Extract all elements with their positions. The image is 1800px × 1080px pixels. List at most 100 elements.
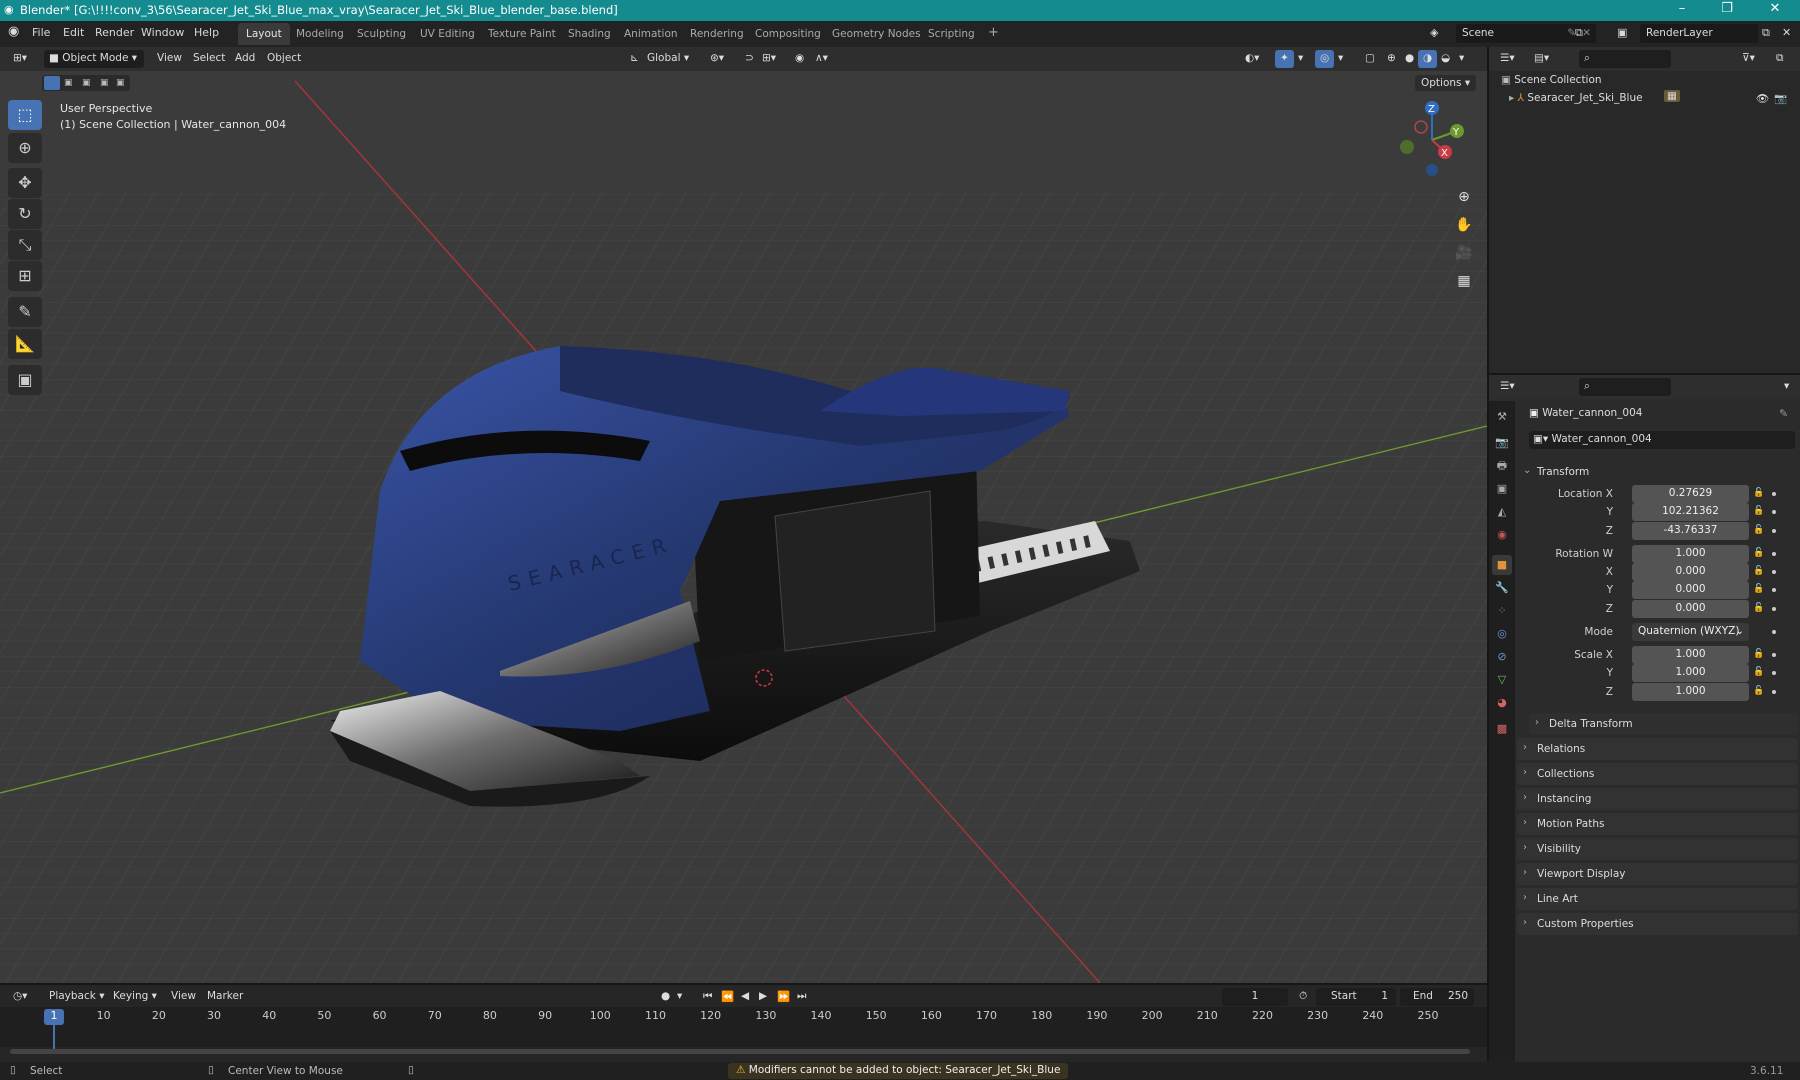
timeline-view-menu[interactable]: View [166,988,201,1006]
tool-tab-icon[interactable]: ⚒ [1492,407,1512,427]
marker-menu[interactable]: Marker [202,988,248,1006]
playback-menu[interactable]: Playback ▾ [44,988,109,1006]
remove-view-layer-icon[interactable]: ✕ [1782,26,1791,39]
select-invert-icon[interactable]: ▣ [100,78,109,88]
data-tab-icon[interactable]: ▽ [1492,670,1512,690]
scale-tool[interactable]: ⤡ [8,230,42,260]
properties-options-icon[interactable]: ▾ [1779,378,1794,396]
close-button[interactable]: ✕ [1760,1,1790,16]
orientation-dropdown[interactable]: Global ▾ [642,50,694,68]
eye-icon[interactable]: 👁 [1756,92,1769,105]
tab-layout[interactable]: Layout [238,23,290,45]
pin-object-icon[interactable]: ✎ [1779,407,1788,420]
select-intersect-icon[interactable]: ▣ [116,78,125,88]
view-layer-tab-icon[interactable]: ▣ [1492,479,1512,499]
outliner-search-input[interactable]: ⌕ [1579,50,1671,68]
keyframe-dot[interactable] [1772,671,1776,675]
object-menu[interactable]: Object [262,50,306,68]
keyframe-dot[interactable] [1772,492,1776,496]
timeline-ruler[interactable]: 1102030405060708090100110120130140150160… [0,1007,1487,1053]
display-mode-icon[interactable]: ▤▾ [1529,50,1554,68]
keyframe-dot[interactable] [1772,690,1776,694]
3d-viewport[interactable]: SEARACER ⬚ ⊕ ✥ ↻ ⤡ ⊞ ✎ 📐 ▣ ▣ ▣ ▣ ▣ User … [0,71,1487,983]
select-box-tool[interactable]: ⬚ [8,100,42,130]
rotation-z-field[interactable]: 0.000 [1632,600,1749,618]
collections-panel[interactable]: › Collections [1517,763,1798,785]
camera-view-icon[interactable]: 🎥 [1451,240,1477,266]
new-collection-icon[interactable]: ⧉ [1771,50,1789,68]
scene-type-icon[interactable]: ◈ [1430,26,1438,39]
viewport-display-panel[interactable]: › Viewport Display [1517,863,1798,885]
use-preview-range-icon[interactable]: ⏱ [1294,988,1312,1006]
shading-dropdown-icon[interactable]: ▾ [1454,50,1469,68]
xray-icon[interactable]: ▢ [1360,50,1380,68]
outliner-row-searacer[interactable]: ▸ ⅄ Searacer_Jet_Ski_Blue ▦ 👁 📷 [1509,90,1799,105]
keyframe-dot[interactable] [1772,653,1776,657]
cursor-tool[interactable]: ⊕ [8,133,42,163]
tab-sculpting[interactable]: Sculpting [349,23,414,45]
solid-shading-icon[interactable]: ● [1400,50,1419,68]
keyframe-dot[interactable] [1772,510,1776,514]
keying-set-icon[interactable]: ▾ [672,988,687,1006]
wireframe-shading-icon[interactable]: ⊕ [1382,50,1401,68]
view-layer-selector[interactable]: RenderLayer [1640,24,1758,43]
lock-icon[interactable]: 🔓 [1753,548,1764,558]
lock-icon[interactable]: 🔓 [1753,667,1764,677]
annotate-tool[interactable]: ✎ [8,297,42,327]
start-frame-field[interactable]: Start 1 [1316,988,1396,1006]
rotation-mode-dropdown[interactable]: Quaternion (WXYZ) ⌄ [1632,623,1749,641]
select-mode-buttons[interactable]: ▣ ▣ ▣ ▣ [42,75,130,91]
add-workspace-icon[interactable]: + [980,23,1007,45]
add-cube-tool[interactable]: ▣ [8,365,42,395]
visibility-panel[interactable]: › Visibility [1517,838,1798,860]
object-datablock-field[interactable]: ▣▾ Water_cannon_004 [1529,431,1795,449]
texture-tab-icon[interactable]: ▩ [1492,719,1512,739]
menu-window[interactable]: Window [141,26,184,39]
rotation-w-field[interactable]: 1.000 [1632,545,1749,563]
tab-scripting[interactable]: Scripting [920,23,983,45]
rendered-shading-icon[interactable]: ◒ [1436,50,1455,68]
gizmo-dropdown-icon[interactable]: ▾ [1293,50,1308,68]
keyframe-dot[interactable] [1772,588,1776,592]
editor-type-icon[interactable]: ⊞▾ [8,50,32,68]
zoom-icon[interactable]: ⊕ [1451,184,1477,210]
play-reverse-icon[interactable]: ◀ [736,988,754,1006]
jump-end-icon[interactable]: ⏭ [792,988,811,1006]
lock-icon[interactable]: 🔓 [1753,506,1764,516]
tab-compositing[interactable]: Compositing [747,23,829,45]
rotate-tool[interactable]: ↻ [8,199,42,229]
orientation-icon[interactable]: ⊾ [625,50,644,68]
jump-start-icon[interactable]: ⏮ [698,988,717,1006]
keying-menu[interactable]: Keying ▾ [108,988,162,1006]
outliner-editor-icon[interactable]: ☰▾ [1495,50,1520,68]
lock-icon[interactable]: 🔓 [1753,488,1764,498]
falloff-icon[interactable]: ∧▾ [810,50,833,68]
render-camera-icon[interactable]: 📷 [1774,92,1787,105]
add-menu[interactable]: Add [230,50,260,68]
transform-tool[interactable]: ⊞ [8,261,42,291]
delta-transform-panel[interactable]: › Delta Transform [1529,713,1798,735]
world-tab-icon[interactable]: ◉ [1492,525,1512,545]
blender-menu-icon[interactable]: ◉ [8,24,19,39]
tab-animation[interactable]: Animation [616,23,686,45]
view-layer-icon[interactable]: ▣ [1617,26,1627,39]
instancing-panel[interactable]: › Instancing [1517,788,1798,810]
expand-arrow-icon[interactable]: ▸ [1509,92,1518,104]
menu-file[interactable]: File [32,26,50,39]
view-menu[interactable]: View [152,50,187,68]
scale-y-field[interactable]: 1.000 [1632,664,1749,682]
filter-icon[interactable]: ⊽▾ [1737,50,1760,68]
scale-z-field[interactable]: 1.000 [1632,683,1749,701]
lock-icon[interactable]: 🔓 [1753,603,1764,613]
snap-target-icon[interactable]: ⊞▾ [757,50,781,68]
modifier-tab-icon[interactable]: 🔧 [1492,578,1512,598]
material-shading-icon[interactable]: ◑ [1418,50,1438,68]
pivot-icon[interactable]: ⊛▾ [705,50,729,68]
output-tab-icon[interactable]: 🖶 [1492,456,1512,476]
keyframe-dot[interactable] [1772,552,1776,556]
new-scene-icon[interactable]: ⧉ [1575,26,1583,40]
outliner-row-scene-collection[interactable]: ▣ Scene Collection [1501,74,1602,86]
end-frame-field[interactable]: End 250 [1400,988,1474,1006]
tab-geometry-nodes[interactable]: Geometry Nodes [824,23,929,45]
new-view-layer-icon[interactable]: ⧉ [1762,26,1770,40]
